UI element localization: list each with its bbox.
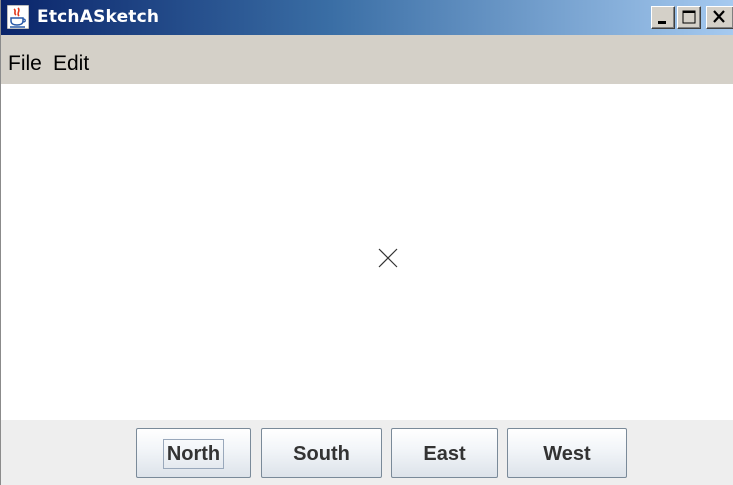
minimize-button[interactable]: [651, 6, 675, 29]
west-button-label: West: [543, 442, 591, 465]
etchasketch-window: EtchASketch File Edit North South East W…: [0, 0, 733, 485]
south-button-label: South: [293, 442, 350, 465]
direction-button-panel: North South East West: [1, 420, 733, 485]
south-button[interactable]: South: [261, 428, 382, 478]
close-button[interactable]: [706, 6, 733, 29]
menu-file[interactable]: File: [8, 52, 42, 76]
east-button[interactable]: East: [391, 428, 498, 478]
minimize-icon: [658, 21, 666, 24]
maximize-icon: [682, 10, 696, 24]
north-button-label: North: [162, 438, 225, 469]
window-title: EtchASketch: [37, 7, 160, 27]
menu-bar: File Edit: [1, 36, 733, 84]
close-icon: [713, 10, 725, 23]
east-button-label: East: [423, 442, 466, 465]
maximize-button[interactable]: [677, 6, 701, 29]
drawing-canvas[interactable]: [1, 84, 733, 420]
title-bar[interactable]: EtchASketch: [1, 0, 733, 36]
x-crosshair-icon: [378, 248, 398, 268]
java-cup-icon: [6, 4, 30, 30]
west-button[interactable]: West: [507, 428, 627, 478]
menu-edit[interactable]: Edit: [53, 52, 89, 76]
north-button[interactable]: North: [136, 428, 251, 478]
